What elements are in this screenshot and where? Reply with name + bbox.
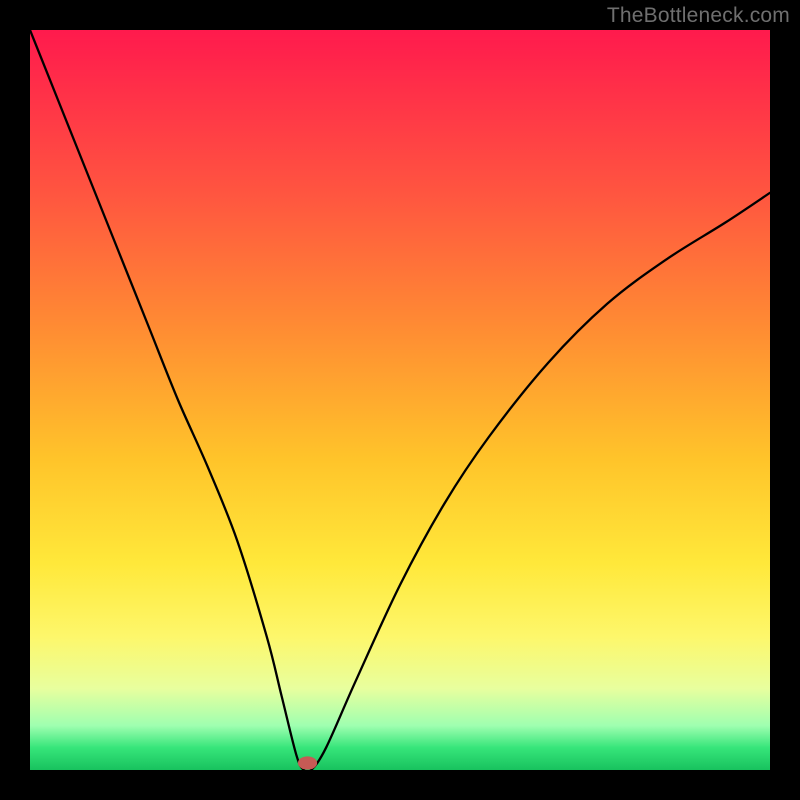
bottleneck-curve xyxy=(30,30,770,770)
chart-svg xyxy=(30,30,770,770)
minimum-marker xyxy=(298,756,317,769)
plot-area xyxy=(30,30,770,770)
chart-frame: TheBottleneck.com xyxy=(0,0,800,800)
watermark-text: TheBottleneck.com xyxy=(607,4,790,28)
